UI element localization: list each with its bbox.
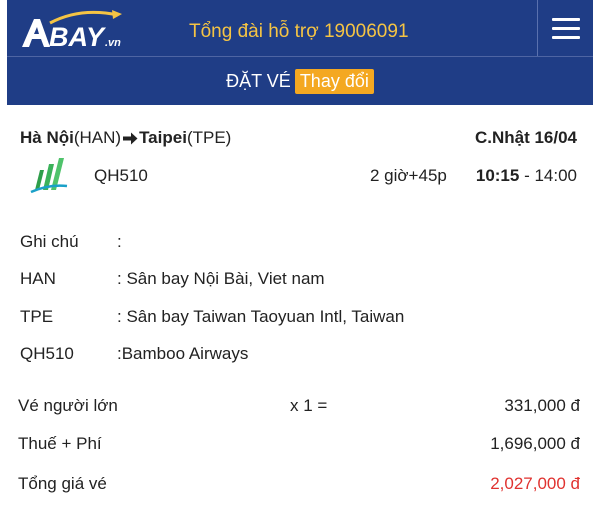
tax-label: Thuế + Phí: [18, 434, 102, 453]
page-title: ĐẶT VÉ: [226, 70, 291, 91]
arrive-time: 14:00: [534, 166, 577, 185]
svg-text:.vn: .vn: [105, 37, 121, 49]
origin-code: (HAN): [73, 128, 122, 147]
detail-value: :Bamboo Airways: [117, 344, 249, 363]
detail-value: : Sân bay Taiwan Taoyuan Intl, Taiwan: [117, 307, 405, 326]
total-label: Tổng giá vé: [18, 474, 107, 493]
bamboo-airways-logo-icon: [29, 156, 69, 194]
arrow-right-icon: [123, 130, 138, 150]
flight-times: 10:15 - 14:00: [476, 166, 577, 186]
time-separator: -: [519, 166, 535, 185]
hamburger-icon: [551, 17, 580, 21]
detail-key: QH510: [20, 344, 74, 363]
detail-key: TPE: [20, 307, 54, 326]
menu-button[interactable]: [537, 0, 593, 56]
depart-time: 10:15: [475, 166, 520, 185]
destination-code: (TPE): [186, 128, 232, 147]
adult-quantity: x 1 =: [290, 396, 328, 415]
detail-value: :: [117, 232, 122, 251]
svg-text:BAY: BAY: [49, 22, 107, 49]
booking-page: BAY .vn Tổng đài hỗ trợ 19006091 ĐẶT VÉ …: [7, 0, 593, 507]
booking-title-bar: ĐẶT VÉ Thay đổi: [7, 56, 593, 105]
change-button[interactable]: Thay đổi: [294, 68, 374, 94]
flight-route: Hà Nội(HAN) Taipei(TPE): [20, 128, 231, 150]
destination-city: Taipei: [139, 128, 187, 147]
detail-key: Ghi chú: [20, 232, 79, 251]
abay-logo-icon[interactable]: BAY .vn: [20, 9, 130, 52]
adult-price: 331,000 đ: [504, 396, 580, 415]
hotline-text: Tổng đài hỗ trợ 19006091: [189, 21, 409, 42]
detail-key: HAN: [20, 269, 56, 288]
origin-city: Hà Nội: [20, 128, 74, 147]
total-price: 2,027,000 đ: [490, 474, 580, 493]
detail-value: : Sân bay Nội Bài, Viet nam: [117, 269, 325, 288]
tax-price: 1,696,000 đ: [490, 434, 580, 453]
adult-label: Vé người lớn: [18, 396, 118, 415]
flight-duration: 2 giờ+45p: [370, 166, 447, 185]
top-bar: BAY .vn Tổng đài hỗ trợ 19006091: [7, 0, 593, 56]
flight-date: C.Nhật 16/04: [474, 128, 577, 147]
flight-number: QH510: [94, 166, 148, 185]
